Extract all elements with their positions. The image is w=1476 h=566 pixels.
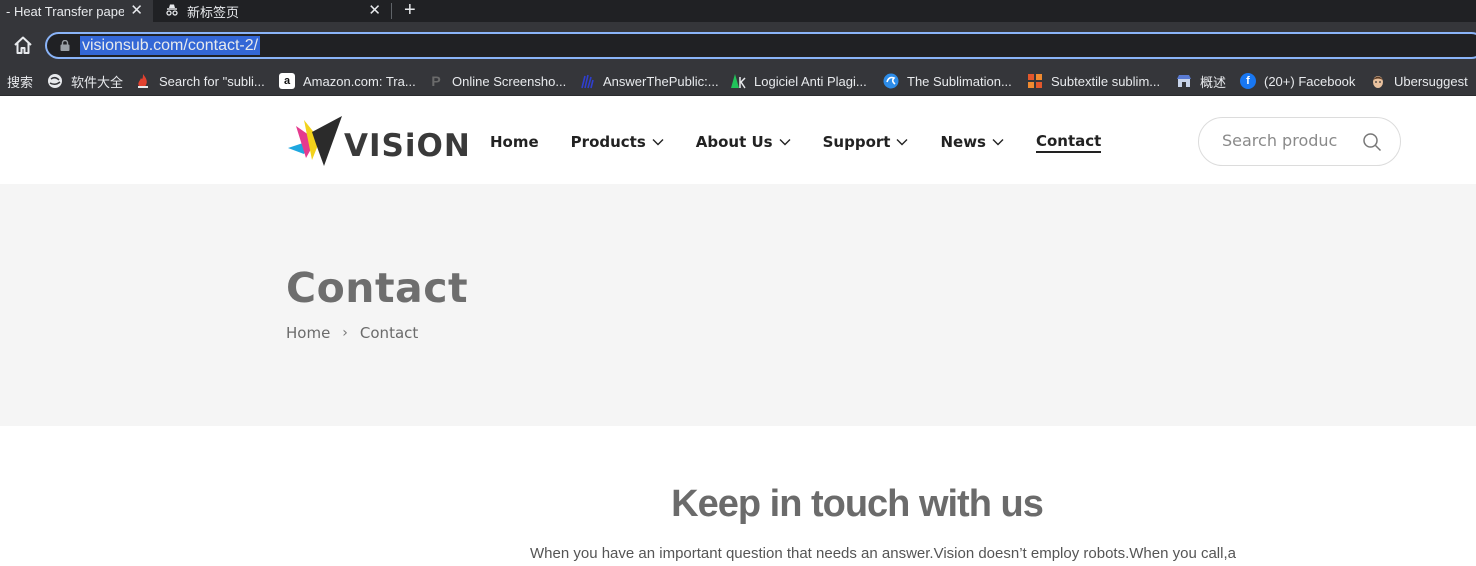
grid-icon — [1028, 74, 1042, 88]
tab-title: - Heat Transfer paper( — [6, 3, 124, 19]
bookmark-amazon[interactable]: a Amazon.com: Tra... — [279, 66, 416, 96]
breadcrumb-home-link[interactable]: Home — [286, 324, 330, 342]
nav-news[interactable]: News — [940, 132, 1004, 152]
product-search[interactable] — [1198, 117, 1401, 166]
hand-icon — [581, 74, 594, 89]
bookmark-label: Online Screensho... — [452, 73, 567, 89]
dk-icon — [731, 74, 746, 89]
bookmark-label: Subtextile sublim... — [1051, 73, 1161, 89]
nav-home[interactable]: Home — [490, 132, 539, 152]
bookmark-search-subli[interactable]: Search for "subli... — [135, 66, 265, 96]
bookmark-subtextile[interactable]: Subtextile sublim... — [1027, 66, 1160, 96]
bookmark-search[interactable]: 搜索 — [7, 66, 33, 96]
bookmark-label: Ubersuggest — [1394, 73, 1468, 89]
search-input[interactable] — [1222, 131, 1337, 150]
browser-toolbar: visionsub.com/contact-2/ — [0, 22, 1476, 66]
bookmark-label: AnswerThePublic:... — [603, 73, 719, 89]
p-icon: P — [431, 73, 441, 89]
bookmark-online-screenshot[interactable]: P Online Screensho... — [428, 66, 566, 96]
bookmark-logiciel[interactable]: Logiciel Anti Plagi... — [730, 66, 867, 96]
bookmark-facebook[interactable]: f (20+) Facebook — [1240, 66, 1355, 96]
chevron-down-icon — [992, 139, 1004, 146]
tab-close-icon[interactable]: ✕ — [130, 1, 143, 19]
breadcrumb-chevron-icon: › — [342, 325, 348, 341]
site-logo[interactable]: VISiON — [286, 114, 471, 168]
bookmarks-bar: 搜索 软件大全 Search for "subli... a Amazon.co… — [0, 66, 1476, 96]
bookmark-answerthepublic[interactable]: AnswerThePublic:... — [579, 66, 719, 96]
chevron-down-icon — [779, 139, 791, 146]
face-icon — [1373, 76, 1383, 88]
bookmark-label: Search for "subli... — [159, 73, 265, 89]
bookmark-sublimation[interactable]: The Sublimation... — [883, 66, 1012, 96]
nav-contact[interactable]: Contact — [1035, 132, 1102, 153]
lock-icon[interactable] — [60, 40, 70, 51]
bookmark-label: 软件大全 — [71, 74, 124, 90]
address-bar[interactable]: visionsub.com/contact-2/ — [45, 32, 1476, 59]
bookmark-label: (20+) Facebook — [1264, 73, 1356, 89]
bookmark-label: 搜索 — [7, 74, 34, 90]
site-header: VISiON Home Products About Us Support Ne… — [0, 96, 1476, 184]
chevron-down-icon — [896, 139, 908, 146]
url-text[interactable]: visionsub.com/contact-2/ — [80, 36, 261, 55]
page-banner: Contact Home › Contact — [0, 184, 1476, 426]
chevron-down-icon — [652, 139, 664, 146]
tab-new-tab[interactable]: 新标签页 ✕ — [155, 0, 389, 22]
nav-label: Home — [490, 133, 539, 151]
swirl-icon — [883, 73, 899, 89]
incognito-icon — [166, 4, 178, 16]
tab-close-icon[interactable]: ✕ — [368, 1, 381, 19]
browser-tab-strip: - Heat Transfer paper( ✕ 新标签页 ✕ + — [0, 0, 1476, 22]
nav-label: Products — [570, 133, 646, 151]
nav-products[interactable]: Products — [571, 132, 664, 152]
contact-heading: Keep in touch with us — [671, 483, 1044, 525]
search-icon[interactable] — [1362, 132, 1382, 152]
contact-intro-text: When you have an important question that… — [530, 545, 1236, 562]
store-icon — [1177, 75, 1191, 87]
globe-icon — [48, 74, 62, 88]
logo-wordmark: VISiON — [344, 128, 471, 164]
flame-icon — [138, 74, 148, 88]
tab-heat-transfer[interactable]: - Heat Transfer paper( ✕ — [0, 0, 153, 22]
main-nav: Home Products About Us Support News Cont… — [490, 132, 1133, 153]
nav-support[interactable]: Support — [823, 132, 909, 152]
bookmark-ubersuggest[interactable]: Ubersuggest — [1370, 66, 1468, 96]
nav-label: Contact — [1035, 132, 1102, 153]
tab-divider — [391, 3, 392, 19]
nav-label: About Us — [695, 133, 773, 151]
bookmark-overview[interactable]: 概述 — [1176, 66, 1226, 96]
bookmark-software[interactable]: 软件大全 — [47, 66, 123, 96]
amazon-icon: a — [279, 73, 295, 89]
bookmark-label: 概述 — [1200, 74, 1227, 90]
home-icon[interactable] — [12, 34, 34, 56]
bookmark-label: The Sublimation... — [907, 73, 1012, 89]
nav-label: Support — [822, 133, 891, 151]
breadcrumb: Home › Contact — [286, 324, 418, 342]
tab-title: 新标签页 — [187, 4, 240, 20]
bookmark-label: Amazon.com: Tra... — [303, 73, 416, 89]
nav-about-us[interactable]: About Us — [696, 132, 791, 152]
new-tab-button[interactable]: + — [404, 0, 416, 22]
facebook-icon: f — [1240, 73, 1256, 89]
logo-mark-icon — [288, 116, 342, 166]
bookmark-label: Logiciel Anti Plagi... — [754, 73, 867, 89]
page-title: Contact — [286, 264, 469, 312]
nav-label: News — [940, 133, 986, 151]
breadcrumb-current: Contact — [359, 324, 419, 342]
